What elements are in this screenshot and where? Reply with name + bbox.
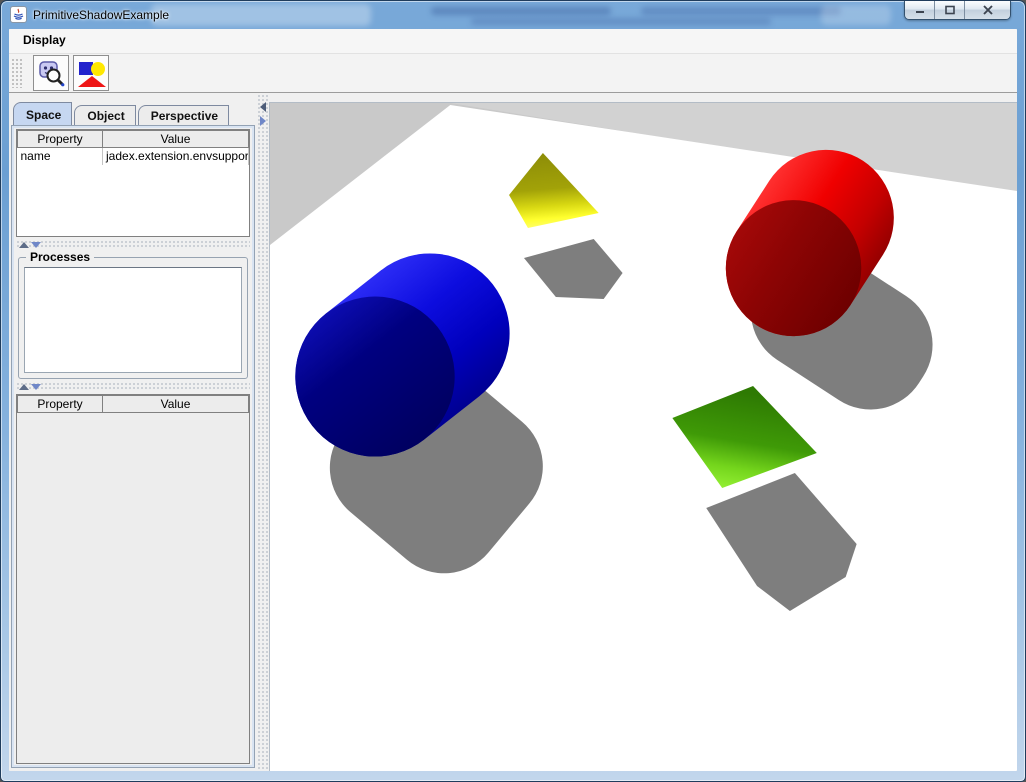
shapes-view-button[interactable] <box>73 55 109 91</box>
client-area: Display <box>9 29 1017 771</box>
splitter-collapse-down-icon[interactable] <box>31 242 41 248</box>
object-properties-table: Property Value <box>16 394 250 764</box>
property-value-cell[interactable]: jadex.extension.envsuppor... <box>103 148 249 165</box>
content-pane: Space Object Perspective Property Value <box>9 94 1017 771</box>
close-button[interactable] <box>965 1 1010 19</box>
splitter-collapse-up-icon[interactable] <box>19 384 29 390</box>
sidebar: Space Object Perspective Property Value <box>9 94 257 771</box>
space-properties-table: Property Value name jadex.extension.envs… <box>16 129 250 237</box>
application-window: PrimitiveShadowExample Display <box>0 0 1026 782</box>
menu-bar: Display <box>9 29 1017 54</box>
glass-reflection <box>641 7 841 15</box>
tab-bar: Space Object Perspective <box>13 102 257 125</box>
tab-space[interactable]: Space <box>13 102 72 125</box>
toolbar-drag-handle[interactable] <box>11 58 22 88</box>
java-app-icon <box>10 6 27 23</box>
glass-reflection <box>471 18 771 25</box>
processes-list[interactable] <box>24 267 242 373</box>
property-name-cell[interactable]: name <box>18 148 103 165</box>
column-header-value[interactable]: Value <box>103 131 249 148</box>
splitter-collapse-down-icon[interactable] <box>31 384 41 390</box>
close-icon <box>982 5 994 15</box>
shapes-icon <box>75 57 107 89</box>
glass-reflection <box>151 4 371 26</box>
splitter-collapse-right-icon[interactable] <box>260 116 266 126</box>
splitter-collapse-left-icon[interactable] <box>260 102 266 112</box>
table-row[interactable]: name jadex.extension.envsuppor... <box>18 148 249 165</box>
tab-object[interactable]: Object <box>74 105 135 125</box>
column-header-value[interactable]: Value <box>103 396 249 413</box>
title-bar[interactable]: PrimitiveShadowExample <box>1 1 1025 29</box>
3d-viewport[interactable] <box>269 102 1017 771</box>
menu-display[interactable]: Display <box>15 29 74 51</box>
window-title: PrimitiveShadowExample <box>33 8 169 22</box>
horizontal-splitter-bottom[interactable] <box>16 382 250 391</box>
processes-title: Processes <box>26 250 94 264</box>
observer-view-button[interactable] <box>33 55 69 91</box>
glass-reflection <box>431 7 611 15</box>
space-tab-content: Property Value name jadex.extension.envs… <box>11 125 255 768</box>
processes-panel: Processes <box>16 250 250 380</box>
maximize-button[interactable] <box>935 1 965 19</box>
minimize-button[interactable] <box>905 1 935 19</box>
splitter-collapse-up-icon[interactable] <box>19 242 29 248</box>
glass-reflection <box>821 5 891 25</box>
minimize-icon <box>914 5 926 15</box>
column-header-property[interactable]: Property <box>18 396 103 413</box>
maximize-icon <box>944 5 956 15</box>
horizontal-splitter-top[interactable] <box>16 240 250 249</box>
agent-magnifier-icon <box>35 57 67 89</box>
tab-perspective[interactable]: Perspective <box>138 105 229 125</box>
toolbar <box>9 54 1017 93</box>
vertical-splitter[interactable] <box>257 94 269 771</box>
column-header-property[interactable]: Property <box>18 131 103 148</box>
